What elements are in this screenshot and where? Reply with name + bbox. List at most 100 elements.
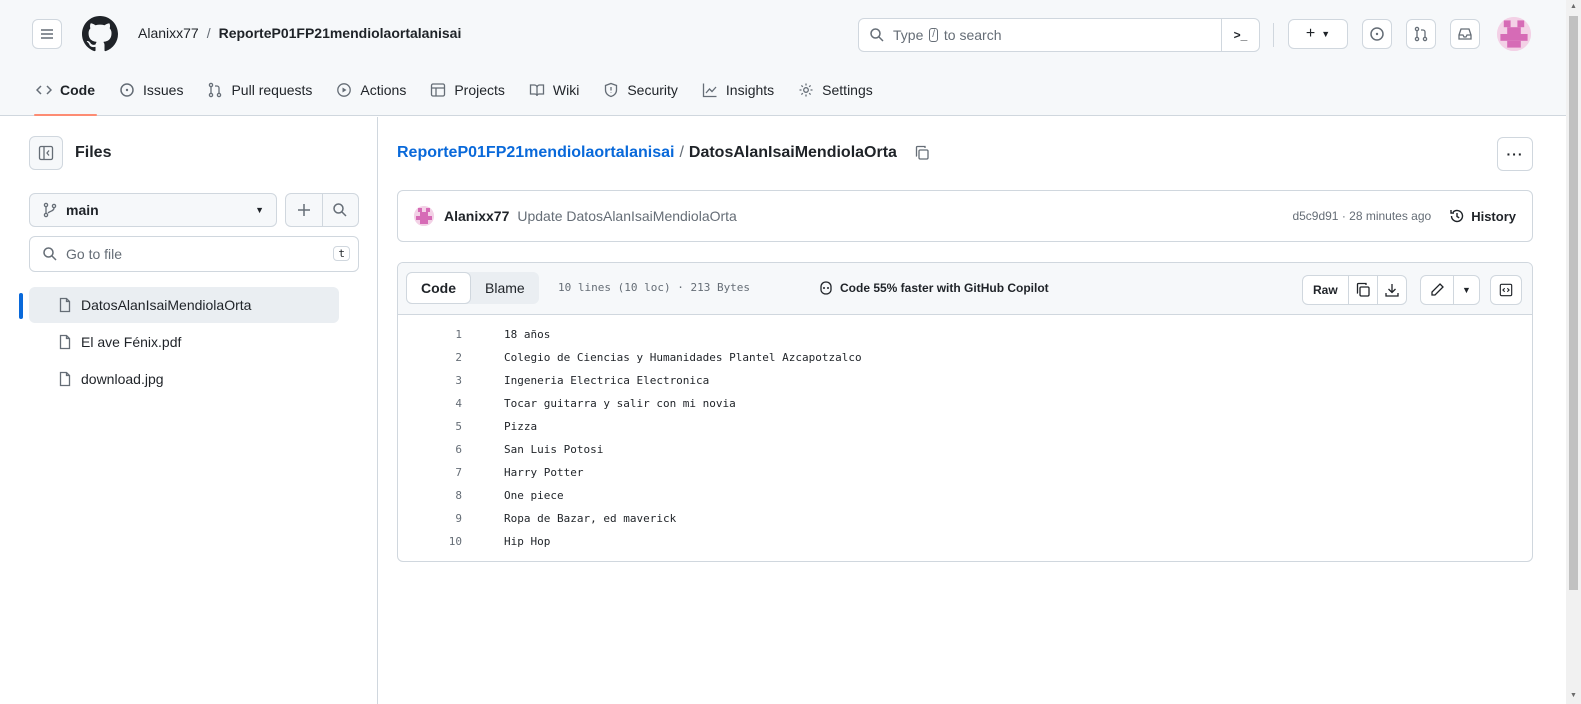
- line-text: Tocar guitarra y salir con mi novia: [504, 397, 736, 410]
- file-path-breadcrumb: ReporteP01FP21mendiolaortalanisai / Dato…: [397, 144, 930, 162]
- edit-file-button[interactable]: [1421, 276, 1453, 304]
- line-text: Ropa de Bazar, ed maverick: [504, 512, 677, 525]
- commit-sha-time[interactable]: d5c9d91 · 28 minutes ago: [1292, 209, 1431, 223]
- collapse-sidebar-button[interactable]: [29, 136, 63, 170]
- line-number[interactable]: 2: [398, 351, 462, 364]
- history-button[interactable]: History: [1449, 208, 1516, 224]
- code-view-tab[interactable]: Code: [406, 272, 471, 304]
- symbols-panel-button[interactable]: [1490, 275, 1522, 305]
- tab-pull-requests[interactable]: Pull requests: [197, 70, 322, 110]
- identicon-icon: [1497, 17, 1531, 51]
- owner-link[interactable]: Alanixx77: [138, 25, 199, 41]
- search-files-button[interactable]: [321, 194, 359, 226]
- tab-actions[interactable]: Actions: [326, 70, 416, 110]
- raw-button[interactable]: Raw: [1303, 276, 1348, 304]
- tab-projects[interactable]: Projects: [420, 70, 515, 110]
- file-icon: [59, 371, 71, 387]
- tab-label: Projects: [454, 82, 505, 98]
- identicon-icon: [414, 206, 434, 226]
- scroll-up-icon[interactable]: ▲: [1569, 3, 1578, 12]
- line-number[interactable]: 6: [398, 443, 462, 456]
- file-item-datos[interactable]: DatosAlanIsaiMendiolaOrta: [29, 287, 339, 323]
- code-line: 5 Pizza: [398, 415, 1532, 438]
- branch-selector[interactable]: main ▼: [29, 193, 277, 227]
- code-icon: [36, 85, 52, 95]
- line-number[interactable]: 5: [398, 420, 462, 433]
- hamburger-menu-button[interactable]: [32, 19, 62, 49]
- header-top-row: Alanixx77 / ReporteP01FP21mendiolaortala…: [0, 0, 1566, 68]
- page-scrollbar[interactable]: ▲ ▼: [1566, 0, 1581, 704]
- add-file-button[interactable]: [286, 194, 322, 226]
- command-palette-button[interactable]: >_: [1221, 19, 1259, 51]
- copilot-promo[interactable]: Code 55% faster with GitHub Copilot: [818, 280, 1049, 296]
- download-raw-button[interactable]: [1376, 276, 1406, 304]
- create-new-button[interactable]: + ▼: [1288, 19, 1348, 49]
- tab-label: Code: [60, 82, 95, 98]
- code-content: 1 18 años 2 Colegio de Ciencias y Humanida…: [398, 323, 1532, 553]
- commit-message[interactable]: Update DatosAlanIsaiMendiolaOrta: [517, 208, 736, 224]
- line-number[interactable]: 9: [398, 512, 462, 525]
- line-number[interactable]: 8: [398, 489, 462, 502]
- line-number[interactable]: 4: [398, 397, 462, 410]
- code-line: 6 San Luis Potosi: [398, 438, 1532, 461]
- global-header: Alanixx77 / ReporteP01FP21mendiolaortala…: [0, 0, 1566, 116]
- line-number[interactable]: 7: [398, 466, 462, 479]
- issues-shortcut-button[interactable]: [1362, 19, 1392, 49]
- search-icon: [870, 28, 884, 42]
- more-options-button[interactable]: ···: [1497, 137, 1533, 171]
- line-number[interactable]: 1: [398, 328, 462, 341]
- file-list: DatosAlanIsaiMendiolaOrta El ave Fénix.p…: [29, 287, 339, 398]
- path-repo-link[interactable]: ReporteP01FP21mendiolaortalanisai: [397, 144, 674, 162]
- edit-actions-group: ▼: [1420, 275, 1480, 305]
- commit-author[interactable]: Alanixx77: [444, 208, 509, 224]
- repo-link[interactable]: ReporteP01FP21mendiolaortalanisai: [219, 25, 462, 41]
- go-to-file-input[interactable]: Go to file t: [29, 236, 359, 272]
- table-icon: [431, 83, 446, 97]
- file-content-box: Code Blame 10 lines (10 loc) · 213 Bytes…: [397, 262, 1533, 562]
- tab-settings[interactable]: Settings: [788, 70, 883, 110]
- path-current-file: DatosAlanIsaiMendiolaOrta: [688, 144, 897, 161]
- line-number[interactable]: 3: [398, 374, 462, 387]
- header-divider: [1273, 23, 1274, 47]
- tab-wiki[interactable]: Wiki: [519, 70, 589, 110]
- tab-code[interactable]: Code: [26, 70, 105, 116]
- tab-label: Insights: [725, 82, 775, 98]
- line-number[interactable]: 10: [398, 535, 462, 548]
- inbox-icon: [1458, 28, 1472, 40]
- tab-label: Issues: [143, 82, 184, 98]
- scrollbar-thumb[interactable]: [1569, 16, 1578, 590]
- copy-raw-button[interactable]: [1347, 276, 1377, 304]
- search-icon: [43, 247, 57, 261]
- copy-path-icon[interactable]: [914, 145, 930, 161]
- tab-label: Settings: [822, 82, 873, 98]
- pull-requests-shortcut-button[interactable]: [1406, 19, 1436, 49]
- file-item-download[interactable]: download.jpg: [29, 361, 339, 397]
- tab-insights[interactable]: Insights: [692, 70, 784, 110]
- search-suffix: to search: [943, 27, 1002, 43]
- line-text: Harry Potter: [504, 466, 584, 479]
- search-icon: [333, 203, 347, 217]
- code-line: 4 Tocar guitarra y salir con mi novia: [398, 392, 1532, 415]
- tab-label: Wiki: [552, 82, 580, 98]
- symbols-icon: [1499, 283, 1513, 297]
- github-logo-icon[interactable]: [82, 16, 118, 52]
- latest-commit-box: Alanixx77 Update DatosAlanIsaiMendiolaOr…: [397, 190, 1533, 242]
- code-line: 7 Harry Potter: [398, 461, 1532, 484]
- user-avatar[interactable]: [1497, 17, 1531, 51]
- blame-view-tab[interactable]: Blame: [471, 272, 539, 304]
- file-item-ave-fenix[interactable]: El ave Fénix.pdf: [29, 324, 339, 360]
- copy-icon: [1356, 282, 1370, 297]
- file-actions-group: [285, 193, 359, 227]
- tab-security[interactable]: Security: [593, 70, 688, 110]
- hamburger-icon: [41, 29, 53, 39]
- inbox-button[interactable]: [1450, 19, 1480, 49]
- history-label: History: [1471, 208, 1516, 224]
- commit-author-avatar[interactable]: [414, 206, 434, 226]
- scroll-down-icon[interactable]: ▼: [1569, 692, 1578, 701]
- tab-issues[interactable]: Issues: [109, 70, 193, 110]
- edit-more-dropdown[interactable]: ▼: [1453, 276, 1479, 304]
- graph-icon: [702, 83, 717, 98]
- go-to-file-shortcut: t: [333, 246, 350, 261]
- branch-icon: [43, 202, 57, 218]
- search-input[interactable]: Type / to search >_: [858, 18, 1260, 52]
